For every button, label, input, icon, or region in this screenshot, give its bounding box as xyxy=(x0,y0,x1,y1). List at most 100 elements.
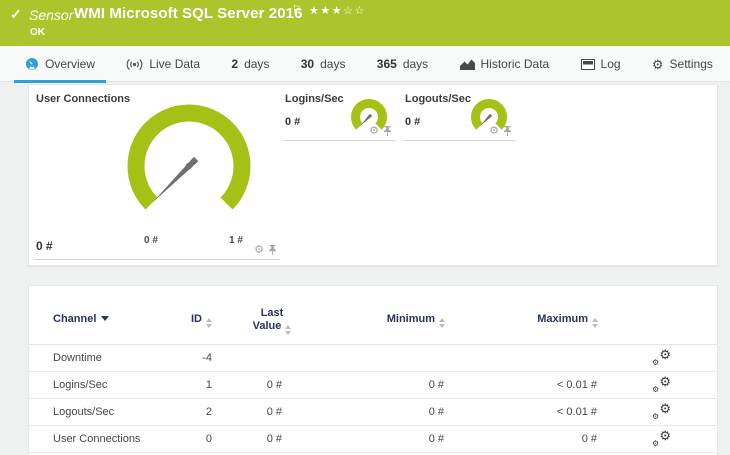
tab-number: 365 xyxy=(376,57,397,71)
user-connections-gauge xyxy=(127,104,251,210)
tab-log[interactable]: Log xyxy=(570,46,632,82)
tab-historic-data[interactable]: Historic Data xyxy=(449,46,561,82)
tab-overview[interactable]: Overview xyxy=(14,46,107,83)
gauge-tools: ⚙ xyxy=(369,126,392,137)
small-gear-icon: ⚙ xyxy=(652,358,660,367)
priority-stars[interactable]: ★★★☆☆ xyxy=(309,4,366,17)
column-header-label: Channel xyxy=(53,313,97,325)
gauge-settings-gear-icon[interactable]: ⚙ xyxy=(369,126,379,137)
cell-minimum: 0 # xyxy=(428,406,444,418)
gauge-tools: ⚙ xyxy=(254,245,277,256)
tab-label: Live Data xyxy=(149,57,201,71)
cell-channel-id: 0 xyxy=(205,433,212,445)
tab-label: days xyxy=(320,57,346,71)
sensor-header: ✓ Sensor WMI Microsoft SQL Server 2016 ⚐… xyxy=(0,0,730,46)
table-header-row: Channel ID Last Value Minimum Maximum xyxy=(29,286,717,345)
cell-last-value: 0 # xyxy=(266,379,282,391)
cell-channel-name: Downtime xyxy=(53,352,102,364)
big-gear-icon: ⚙ xyxy=(659,347,671,362)
tab-365-days[interactable]: 365 days xyxy=(366,46,439,82)
channel-settings-gears-icon[interactable]: ⚙ ⚙ xyxy=(651,428,671,448)
tab-live-data[interactable]: Live Data xyxy=(115,46,211,82)
gauge-title: User Connections xyxy=(36,93,131,105)
status-ok-check-icon: ✓ xyxy=(10,6,22,22)
big-gear-icon: ⚙ xyxy=(659,401,671,416)
prtg-sensor-page: ✓ Sensor WMI Microsoft SQL Server 2016 ⚐… xyxy=(0,0,730,455)
tab-label: Historic Data xyxy=(480,57,550,71)
table-row: User Connections 0 0 # 0 # 0 # ⚙ ⚙ xyxy=(29,426,717,453)
tab-2-days[interactable]: 2 days xyxy=(220,46,280,82)
gauge-settings-gear-icon[interactable]: ⚙ xyxy=(489,126,499,137)
sort-arrows-icon xyxy=(592,318,598,328)
gauge-current-value: 0 # xyxy=(36,239,53,253)
tab-number: 30 xyxy=(300,57,315,71)
cell-maximum: < 0.01 # xyxy=(556,379,597,391)
channel-settings-gears-icon[interactable]: ⚙ ⚙ xyxy=(651,374,671,394)
gauge-title: Logins/Sec xyxy=(285,93,344,105)
column-header-label: Value xyxy=(252,320,282,332)
tab-number: 2 xyxy=(231,57,239,71)
gauge-scale-max: 1 # xyxy=(229,235,243,246)
channel-table-panel: Channel ID Last Value Minimum Maximum Do… xyxy=(28,285,718,455)
column-header-id[interactable]: ID xyxy=(191,313,212,328)
channel-settings-gears-icon[interactable]: ⚙ ⚙ xyxy=(651,401,671,421)
column-header-minimum[interactable]: Minimum xyxy=(387,313,445,328)
object-kind-label: Sensor xyxy=(29,7,74,23)
table-row: Downtime -4 ⚙ ⚙ xyxy=(29,345,717,372)
gauge-icon xyxy=(25,57,39,71)
logouts-gauge-cell: Logouts/Sec 0 # ⚙ xyxy=(403,89,515,141)
pin-icon[interactable] xyxy=(268,245,277,256)
cell-channel-name: User Connections xyxy=(53,433,141,445)
chart-icon xyxy=(459,59,475,70)
gauge-settings-gear-icon[interactable]: ⚙ xyxy=(254,245,264,256)
table-row: Logins/Sec 1 0 # 0 # < 0.01 # ⚙ ⚙ xyxy=(29,372,717,399)
column-header-label: ID xyxy=(191,313,202,325)
sort-arrows-icon xyxy=(206,318,212,328)
sort-arrows-icon xyxy=(285,325,292,335)
gauge-tools: ⚙ xyxy=(489,126,512,137)
user-connections-gauge-cell: User Connections 0 # 1 # 0 # ⚙ xyxy=(34,89,280,260)
broadcast-icon xyxy=(126,58,143,71)
pin-icon[interactable] xyxy=(503,126,512,137)
tab-30-days[interactable]: 30 days xyxy=(290,46,357,82)
tab-strip: Overview Live Data 2 days 30 days 365 days Histo… xyxy=(0,46,730,83)
small-gear-icon: ⚙ xyxy=(652,439,660,448)
tab-label: Settings xyxy=(669,57,713,71)
logins-gauge-cell: Logins/Sec 0 # ⚙ xyxy=(283,89,395,141)
big-gear-icon: ⚙ xyxy=(659,374,671,389)
cell-minimum: 0 # xyxy=(428,379,444,391)
pin-icon[interactable] xyxy=(383,126,392,137)
gear-icon: ⚙ xyxy=(651,56,664,72)
cell-channel-name: Logins/Sec xyxy=(53,379,108,391)
big-gear-icon: ⚙ xyxy=(659,428,671,443)
column-header-label: Maximum xyxy=(537,313,588,325)
column-header-last-value[interactable]: Last Value xyxy=(242,307,302,335)
column-header-maximum[interactable]: Maximum xyxy=(537,313,598,328)
flag-icon[interactable]: ⚐ xyxy=(292,3,302,16)
cell-last-value: 0 # xyxy=(266,433,282,445)
tab-label: Overview xyxy=(45,57,96,71)
cell-maximum: 0 # xyxy=(581,433,597,445)
tab-label: days xyxy=(244,57,270,71)
cell-channel-name: Logouts/Sec xyxy=(53,406,115,418)
small-gear-icon: ⚙ xyxy=(652,385,660,394)
tab-label: Log xyxy=(600,57,621,71)
sensor-status-text: OK xyxy=(30,27,45,38)
gauge-scale-min: 0 # xyxy=(144,235,158,246)
cell-maximum: < 0.01 # xyxy=(556,406,597,418)
cell-minimum: 0 # xyxy=(428,433,444,445)
cell-channel-id: 2 xyxy=(205,406,212,418)
column-header-channel[interactable]: Channel xyxy=(53,313,110,325)
small-gear-icon: ⚙ xyxy=(652,412,660,421)
cell-channel-id: 1 xyxy=(205,379,212,391)
log-icon xyxy=(580,58,595,70)
tab-label: days xyxy=(402,57,429,71)
sensor-title: WMI Microsoft SQL Server 2016 xyxy=(74,5,303,22)
tab-settings[interactable]: ⚙ Settings xyxy=(641,46,724,82)
column-header-label: Minimum xyxy=(386,313,435,325)
gauge-title: Logouts/Sec xyxy=(405,93,472,105)
tab-bar: Overview Live Data 2 days 30 days 365 days Histo… xyxy=(14,46,724,83)
gauges-panel: User Connections 0 # 1 # 0 # ⚙ Logins/Se… xyxy=(28,84,718,266)
table-body: Downtime -4 ⚙ ⚙ Logins/Sec 1 0 #0 # < 0.01 # ⚙ ⚙ L… xyxy=(29,345,717,453)
channel-settings-gears-icon[interactable]: ⚙ ⚙ xyxy=(651,347,671,367)
